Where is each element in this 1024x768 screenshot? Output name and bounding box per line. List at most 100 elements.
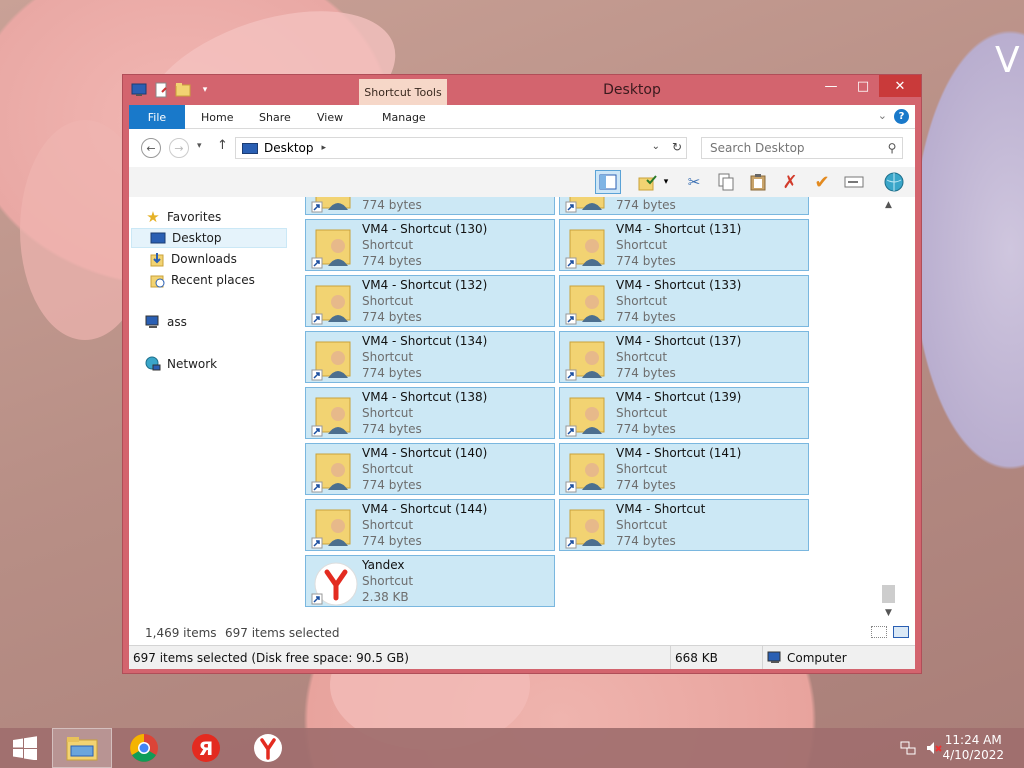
file-tile[interactable]: VM4 - Shortcut (131) Shortcut 774 bytes (559, 219, 809, 271)
vm-shortcut-icon (564, 390, 612, 438)
taskbar-chrome[interactable] (114, 728, 174, 768)
forward-button[interactable]: → (169, 138, 189, 158)
address-bar[interactable]: Desktop ▸ ⌄ ↻ (235, 137, 687, 159)
vm-shortcut-icon (564, 334, 612, 382)
search-box: ⚲ (701, 137, 903, 159)
file-type: Shortcut (616, 406, 668, 420)
ribbon-expand-icon[interactable]: ⌄ (878, 109, 887, 122)
window-controls: — □ ✕ (815, 75, 921, 97)
nav-desktop[interactable]: Desktop (131, 228, 287, 248)
vertical-scrollbar[interactable]: ▲ ▼ (880, 197, 897, 621)
scroll-thumb[interactable] (882, 585, 895, 603)
nav-computer[interactable]: ass (131, 312, 287, 332)
vm-shortcut-icon (564, 222, 612, 270)
refresh-icon[interactable]: ↻ (672, 140, 682, 154)
ribbon-tabs: File Home Share View Manage ⌄ ? (129, 105, 915, 129)
vm-shortcut-icon (310, 278, 358, 326)
location-segment: Computer (763, 646, 913, 669)
nav-favorites[interactable]: ★ Favorites (131, 207, 287, 227)
file-size: 2.38 KB (362, 590, 409, 604)
close-button[interactable]: ✕ (879, 75, 921, 97)
tab-share[interactable]: Share (259, 105, 291, 129)
file-tile[interactable]: Shortcut 774 bytes (559, 197, 809, 215)
up-button[interactable]: ↑ (217, 138, 228, 153)
search-icon[interactable]: ⚲ (882, 141, 902, 155)
file-name: VM4 - Shortcut (131) (616, 222, 742, 236)
file-tile[interactable]: VM4 - Shortcut (140) Shortcut 774 bytes (305, 443, 555, 495)
file-type: Shortcut (616, 350, 668, 364)
minimize-button[interactable]: — (815, 75, 847, 97)
file-name: VM4 - Shortcut (144) (362, 502, 488, 516)
maximize-button[interactable]: □ (847, 75, 879, 97)
file-tile[interactable]: VM4 - Shortcut (137) Shortcut 774 bytes (559, 331, 809, 383)
yandex-browser-icon (310, 558, 358, 606)
network-tray-icon[interactable] (900, 740, 916, 756)
rename-icon[interactable] (841, 170, 867, 194)
file-tile[interactable]: VM4 - Shortcut (133) Shortcut 774 bytes (559, 275, 809, 327)
desktop-location-icon (242, 142, 258, 154)
taskbar-file-explorer[interactable] (52, 728, 112, 768)
view-buttons (871, 626, 909, 638)
recent-locations-icon[interactable]: ▾ (197, 141, 202, 151)
taskbar-yandex[interactable]: Я (176, 728, 236, 768)
file-tile[interactable]: VM4 - Shortcut (130) Shortcut 774 bytes (305, 219, 555, 271)
preview-pane-button[interactable] (595, 170, 621, 194)
taskbar-yandex-browser[interactable] (238, 728, 298, 768)
nav-network[interactable]: Network (131, 354, 287, 374)
scroll-up-icon[interactable]: ▲ (880, 197, 897, 213)
title-bar[interactable]: ▾ Shortcut Tools Desktop — □ ✕ (123, 75, 921, 105)
breadcrumb-chevron-icon[interactable]: ▸ (322, 143, 327, 153)
toolbar-dropdown-icon[interactable]: ▾ (659, 170, 673, 194)
nav-recent-places[interactable]: Recent places (131, 270, 287, 290)
details-bar: 697 items selected (Disk free space: 90.… (129, 645, 915, 669)
volume-muted-icon[interactable] (926, 740, 942, 756)
paste-icon[interactable] (745, 170, 771, 194)
delete-icon[interactable]: ✗ (777, 170, 803, 194)
file-tile[interactable]: VM4 - Shortcut (138) Shortcut 774 bytes (305, 387, 555, 439)
tab-home[interactable]: Home (201, 105, 233, 129)
file-type: Shortcut (362, 350, 414, 364)
large-icons-view-icon[interactable] (893, 626, 909, 638)
file-tile[interactable]: VM4 - Shortcut Shortcut 774 bytes (559, 499, 809, 551)
file-size: 774 bytes (616, 366, 676, 380)
selected-count: 697 items selected (225, 626, 340, 640)
file-type: Shortcut (362, 294, 414, 308)
vm-shortcut-icon (310, 390, 358, 438)
start-button[interactable] (0, 728, 50, 768)
details-view-icon[interactable] (871, 626, 887, 638)
globe-icon[interactable] (881, 170, 907, 194)
file-tile[interactable]: VM4 - Shortcut (139) Shortcut 774 bytes (559, 387, 809, 439)
taskbar: Я 11:24 AM 4/10/2022 (0, 728, 1024, 768)
vm-shortcut-icon (564, 502, 612, 550)
tab-file[interactable]: File (129, 105, 185, 129)
file-tile[interactable]: VM4 - Shortcut (144) Shortcut 774 bytes (305, 499, 555, 551)
recent-places-icon (149, 272, 165, 288)
file-tile[interactable]: Shortcut 774 bytes (305, 197, 555, 215)
system-clock[interactable]: 11:24 AM 4/10/2022 (942, 733, 1004, 763)
scroll-down-icon[interactable]: ▼ (880, 605, 897, 621)
nav-favorites-label: Favorites (167, 210, 222, 224)
back-button[interactable]: ← (141, 138, 161, 158)
help-icon[interactable]: ? (894, 109, 909, 124)
nav-downloads[interactable]: Downloads (131, 249, 287, 269)
file-name: VM4 - Shortcut (133) (616, 278, 742, 292)
copy-icon[interactable] (713, 170, 739, 194)
search-input[interactable] (702, 141, 882, 155)
file-tile-yandex[interactable]: Yandex Shortcut 2.38 KB (305, 555, 555, 607)
file-tile[interactable]: VM4 - Shortcut (134) Shortcut 774 bytes (305, 331, 555, 383)
file-type: Shortcut (616, 518, 668, 532)
nav-computer-label: ass (167, 315, 187, 329)
folder-check-icon (638, 175, 657, 191)
explorer-window: ▾ Shortcut Tools Desktop — □ ✕ File Home… (122, 74, 922, 674)
cut-icon[interactable]: ✂ (681, 170, 707, 194)
address-dropdown-icon[interactable]: ⌄ (652, 141, 660, 152)
file-size: 774 bytes (362, 310, 422, 324)
file-tile[interactable]: VM4 - Shortcut (141) Shortcut 774 bytes (559, 443, 809, 495)
properties-toolbar-button[interactable] (635, 170, 661, 194)
file-tile[interactable]: VM4 - Shortcut (132) Shortcut 774 bytes (305, 275, 555, 327)
checkmark-icon[interactable]: ✔ (809, 170, 835, 194)
vm-shortcut-icon (310, 334, 358, 382)
system-tray (900, 740, 942, 756)
tab-view[interactable]: View (317, 105, 343, 129)
tab-manage[interactable]: Manage (382, 105, 426, 129)
